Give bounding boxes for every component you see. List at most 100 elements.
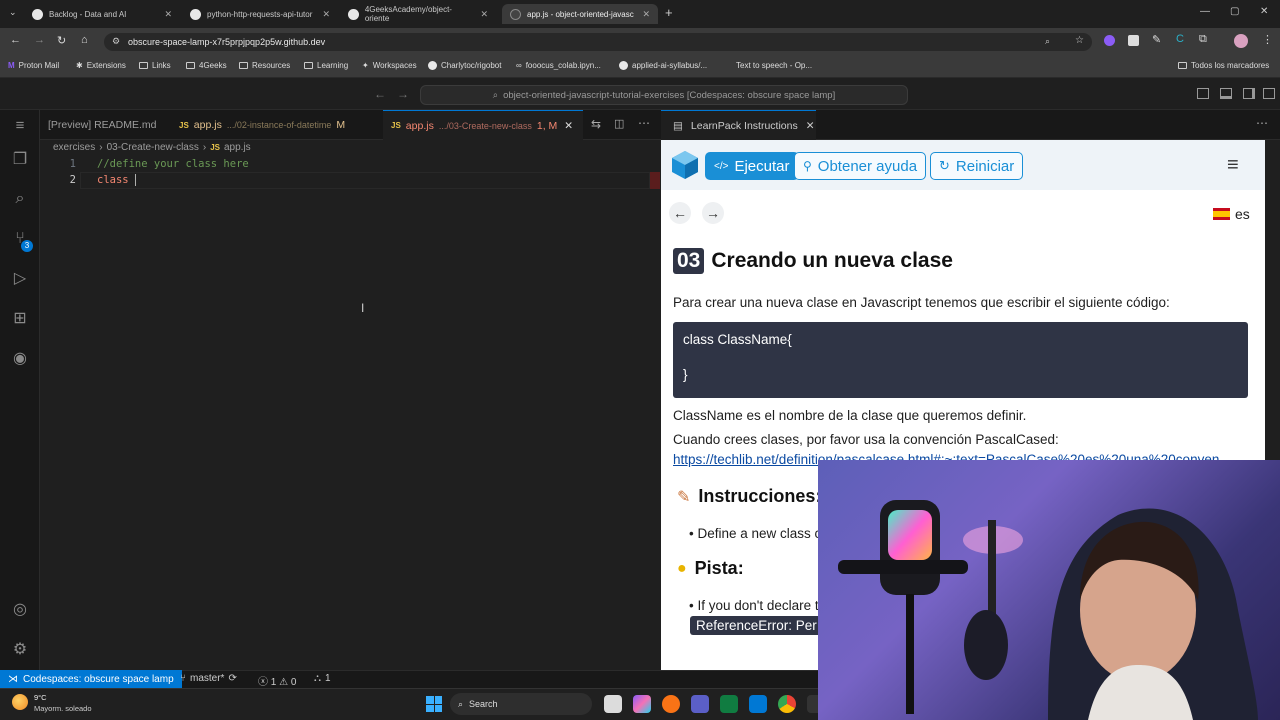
code-line[interactable]: //define your class here <box>97 158 249 170</box>
extensions-puzzle-icon[interactable]: ⧉ <box>1199 33 1207 46</box>
hamburger-menu-icon[interactable]: ≡ <box>1227 154 1239 177</box>
ports-indicator[interactable]: ⛬ 1 <box>314 673 331 684</box>
task-view-icon[interactable] <box>604 695 622 713</box>
code-line[interactable]: class <box>97 174 136 186</box>
branch-indicator[interactable]: ⑂ master* ⟳ <box>180 673 237 684</box>
language-selector[interactable]: es <box>1213 206 1250 222</box>
browser-tab-python[interactable]: python-http-requests-api-tutor ✕ <box>182 4 338 24</box>
run-debug-icon[interactable]: ▷ <box>8 267 32 291</box>
all-bookmarks[interactable]: Todos los marcadores <box>1178 61 1269 70</box>
reset-button[interactable]: ↻ Reiniciar <box>930 152 1024 180</box>
close-icon[interactable]: ✕ <box>480 9 488 20</box>
toggle-panel-icon[interactable] <box>1220 88 1232 99</box>
bookmark-workspaces[interactable]: ✦ Workspaces <box>362 61 417 70</box>
bookmark-4geeks[interactable]: 4Geeks <box>186 61 227 70</box>
breadcrumb-item[interactable]: app.js <box>224 142 251 153</box>
problems-indicator[interactable]: ⓧ 1 ⚠ 0 <box>258 673 296 688</box>
excel-icon[interactable] <box>720 695 738 713</box>
extension-icon[interactable]: C <box>1176 33 1184 45</box>
tab-learnpack-instructions[interactable]: ▤ LearnPack Instructions ✕ <box>661 110 816 140</box>
tab-readme-preview[interactable]: [Preview] README.md <box>40 110 168 140</box>
firefox-icon[interactable] <box>662 695 680 713</box>
bookmark-rigobot[interactable]: Charlytoc/rigobot <box>428 61 501 70</box>
close-icon[interactable]: ✕ <box>806 120 815 132</box>
weather-sun-icon[interactable] <box>12 694 28 710</box>
command-center[interactable]: ⌕ object-oriented-javascript-tutorial-ex… <box>420 85 908 105</box>
customize-layout-icon[interactable] <box>1263 88 1275 99</box>
bookmark-syllabus[interactable]: applied-ai-syllabus/... <box>619 61 707 70</box>
search-icon[interactable]: ⌕ <box>8 187 32 211</box>
zoom-icon[interactable]: ⌕ <box>1045 36 1050 47</box>
hint-heading: ● Pista: <box>677 558 744 579</box>
close-icon[interactable]: ✕ <box>164 9 172 20</box>
lightbulb-icon: ⚲ <box>803 159 812 173</box>
tab-app-js-datetime[interactable]: JS app.js .../02-instance-of-datetime M <box>171 110 381 140</box>
maximize-icon[interactable]: ▢ <box>1230 6 1239 17</box>
explorer-icon[interactable]: ❐ <box>8 148 32 172</box>
remote-indicator[interactable]: ⋊ Codespaces: obscure space lamp <box>0 670 182 688</box>
spain-flag-icon <box>1213 208 1230 220</box>
menu-kebab-icon[interactable]: ⋮ <box>1262 33 1273 46</box>
minimize-icon[interactable]: — <box>1200 6 1210 17</box>
next-arrow-icon[interactable]: → <box>702 202 724 224</box>
split-editor-icon[interactable]: ◫ <box>614 117 624 130</box>
get-help-button[interactable]: ⚲ Obtener ayuda <box>794 152 927 180</box>
extension-icon[interactable] <box>1104 35 1115 46</box>
reload-icon[interactable]: ↻ <box>57 34 66 47</box>
breadcrumb-item[interactable]: 03-Create-new-class <box>107 142 199 153</box>
close-icon[interactable]: ✕ <box>564 120 573 132</box>
chrome-icon[interactable] <box>778 695 796 713</box>
new-tab-icon[interactable]: + <box>665 5 673 20</box>
accounts-icon[interactable]: ◎ <box>8 598 32 622</box>
bookmark-proton[interactable]: M Proton Mail <box>8 61 59 70</box>
run-button[interactable]: </> Ejecutar <box>705 152 799 180</box>
breadcrumb-item[interactable]: exercises <box>53 142 95 153</box>
bookmark-extensions[interactable]: ✱ Extensions <box>76 61 126 70</box>
github-icon <box>348 8 359 20</box>
more-actions-icon[interactable]: ⋯ <box>638 116 650 130</box>
profile-avatar[interactable] <box>1234 34 1248 48</box>
browser-tab-appjs[interactable]: app.js - object-oriented-javasc ✕ <box>502 4 658 24</box>
address-bar[interactable]: ⚙ obscure-space-lamp-x7r5prpjpqp2p5w.git… <box>104 33 1092 51</box>
source-control-badge: 3 <box>21 240 33 252</box>
search-icon: ⌕ <box>492 89 499 101</box>
close-icon[interactable]: ✕ <box>322 9 330 20</box>
tab-label: [Preview] README.md <box>48 119 157 131</box>
pen-icon[interactable]: ✎ <box>1152 33 1161 46</box>
more-actions-icon[interactable]: ⋯ <box>1256 116 1268 130</box>
sync-icon: ⟳ <box>228 673 237 684</box>
browser-tab-backlog[interactable]: Backlog - Data and AI ✕ <box>24 4 180 24</box>
nav-forward-icon[interactable]: → <box>397 87 409 101</box>
vscode-icon[interactable] <box>749 695 767 713</box>
forward-icon[interactable]: → <box>34 34 45 46</box>
extension-icon[interactable] <box>1128 35 1139 46</box>
bookmark-resources[interactable]: Resources <box>239 61 290 70</box>
tab-list-chevron-icon[interactable]: ⌄ <box>9 7 17 18</box>
previous-arrow-icon[interactable]: ← <box>669 202 691 224</box>
extensions-icon[interactable]: ⊞ <box>8 307 32 331</box>
teams-icon[interactable] <box>691 695 709 713</box>
taskbar-search[interactable]: ⌕ Search <box>450 693 592 715</box>
bookmark-tts[interactable]: Text to speech - Op... <box>736 61 812 70</box>
bookmark-learning[interactable]: Learning <box>304 61 348 70</box>
bookmark-label: Todos los marcadores <box>1191 61 1270 70</box>
back-icon[interactable]: ← <box>10 34 21 46</box>
close-icon[interactable]: ✕ <box>642 9 650 20</box>
toggle-sidebar-icon[interactable] <box>1197 88 1209 99</box>
bookmark-fooocus[interactable]: ∞ fooocus_colab.ipyn... <box>516 61 601 70</box>
copilot-icon[interactable] <box>633 695 651 713</box>
site-info-icon[interactable]: ⚙ <box>112 36 120 47</box>
github-icon[interactable]: ◉ <box>8 347 32 371</box>
nav-back-icon[interactable]: ← <box>374 87 386 101</box>
browser-tab-4geeks[interactable]: 4GeeksAcademy/object-oriente ✕ <box>340 4 496 24</box>
toggle-secondary-sidebar-icon[interactable] <box>1243 88 1255 99</box>
home-icon[interactable]: ⌂ <box>81 34 88 46</box>
menu-icon[interactable]: ≡ <box>8 114 32 138</box>
manage-gear-icon[interactable]: ⚙ <box>8 638 32 662</box>
open-changes-icon[interactable]: ⇆ <box>591 117 601 131</box>
bookmark-links[interactable]: Links <box>139 61 171 70</box>
close-window-icon[interactable]: ✕ <box>1260 6 1268 17</box>
bookmark-star-icon[interactable]: ☆ <box>1075 35 1084 46</box>
tab-app-js-create-class[interactable]: JS app.js .../03-Create-new-class 1, M ✕ <box>383 110 583 140</box>
windows-start-icon[interactable] <box>426 696 442 712</box>
